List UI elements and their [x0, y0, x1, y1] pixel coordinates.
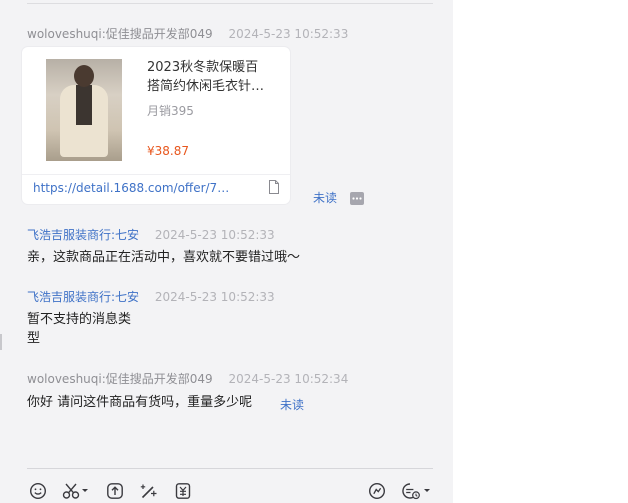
more-options-button[interactable] [350, 192, 364, 205]
product-title-line2: 搭简约休闲毛衣针织开衫 [147, 79, 275, 94]
unread-status: 未读 [280, 398, 305, 412]
card-divider [22, 174, 290, 175]
product-link[interactable]: https://detail.1688.com/offer/74... [33, 181, 233, 195]
order-button[interactable] [174, 481, 192, 501]
ellipsis-icon [352, 197, 362, 200]
product-title[interactable]: 2023秋冬款保暖百 搭简约休闲毛衣针织开衫 [147, 58, 282, 96]
message-text-line2: 型 [27, 331, 41, 346]
emoji-icon [29, 482, 47, 500]
message-header: woloveshuqi:促佳搜品开发部049 2024-5-23 10:52:3… [27, 25, 348, 42]
chat-settings-icon [402, 483, 430, 500]
message-time: 2024-5-23 10:52:33 [154, 228, 275, 242]
message-time: 2024-5-23 10:52:34 [228, 372, 349, 386]
product-price: ¥38.87 [147, 144, 189, 158]
input-divider [27, 468, 433, 469]
emoji-button[interactable] [29, 481, 47, 501]
chat-history-button[interactable] [368, 481, 386, 501]
upload-file-button[interactable] [106, 481, 124, 501]
product-title-line1: 2023秋冬款保暖百 [147, 60, 259, 75]
sender-name: woloveshuqi:促佳搜品开发部049 [27, 27, 213, 41]
message-text-line1: 暂不支持的消息类 [27, 312, 132, 327]
unread-status: 未读 [313, 191, 338, 205]
sender-name[interactable]: 飞浩吉服装商行:七安 [27, 228, 139, 242]
top-divider [27, 3, 433, 4]
product-sales: 月销395 [147, 104, 194, 118]
message-header: 飞浩吉服装商行:七安 2024-5-23 10:52:33 [27, 288, 275, 305]
screenshot-button[interactable] [62, 481, 90, 501]
side-panel [453, 0, 628, 503]
message-text: 你好 请问这件商品有货吗，重量多少呢 [27, 395, 253, 410]
message-text: 亲，这款商品正在活动中，喜欢就不要错过哦～ [27, 250, 301, 265]
document-icon[interactable] [268, 180, 280, 194]
quick-phrase-button[interactable] [140, 481, 158, 501]
upload-icon [107, 483, 123, 499]
magic-wand-icon [140, 484, 157, 499]
product-image[interactable] [46, 59, 122, 161]
message-time: 2024-5-23 10:52:33 [154, 290, 275, 304]
history-icon [368, 482, 386, 500]
sender-name: woloveshuqi:促佳搜品开发部049 [27, 372, 213, 386]
receipt-icon [175, 483, 191, 499]
sender-name[interactable]: 飞浩吉服装商行:七安 [27, 290, 139, 304]
scissors-icon [62, 483, 88, 499]
chat-panel: woloveshuqi:促佳搜品开发部049 2024-5-23 10:52:3… [0, 0, 453, 503]
message-header: woloveshuqi:促佳搜品开发部049 2024-5-23 10:52:3… [27, 370, 348, 387]
chat-settings-button[interactable] [401, 481, 433, 501]
panel-edge-marker [0, 334, 2, 350]
message-time: 2024-5-23 10:52:33 [228, 27, 349, 41]
message-header: 飞浩吉服装商行:七安 2024-5-23 10:52:33 [27, 226, 275, 243]
product-card[interactable]: 2023秋冬款保暖百 搭简约休闲毛衣针织开衫 月销395 ¥38.87 http… [22, 47, 290, 204]
